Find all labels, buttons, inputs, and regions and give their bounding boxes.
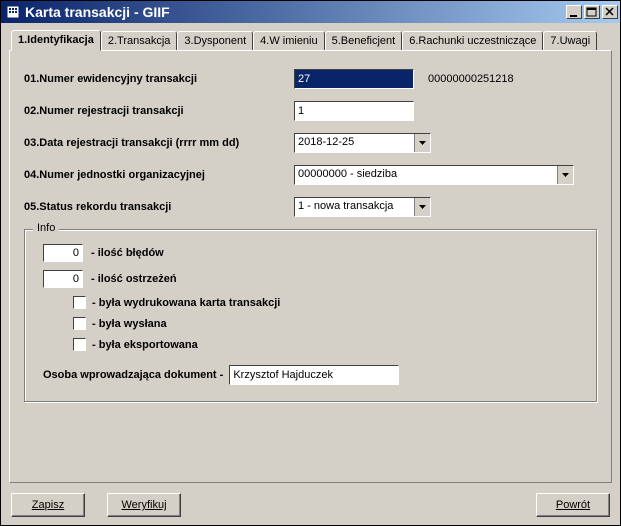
- select-jednostka[interactable]: 00000000 - siedziba: [294, 165, 574, 185]
- aux-01: 00000000251218: [428, 73, 514, 85]
- input-numer-ewidencyjny[interactable]: [294, 69, 414, 89]
- row-02: 02.Numer rejestracji transakcji: [24, 101, 597, 121]
- tab-transakcja[interactable]: 2.Transakcja: [101, 31, 178, 50]
- client-area: 1.Identyfikacja 2.Transakcja 3.Dysponent…: [1, 23, 620, 525]
- chevron-down-icon[interactable]: [414, 134, 430, 152]
- tab-identyfikacja[interactable]: 1.Identyfikacja: [11, 30, 101, 51]
- close-button[interactable]: [602, 5, 618, 19]
- button-bar: Zapisz Weryfikuj Powrót: [9, 493, 612, 517]
- label-osoba: Osoba wprowadzająca dokument -: [43, 369, 223, 381]
- input-numer-rejestracji[interactable]: [294, 101, 414, 121]
- tab-panel-identyfikacja: 01.Numer ewidencyjny transakcji 00000000…: [9, 50, 612, 483]
- input-warnings-count[interactable]: [43, 270, 83, 288]
- tab-rachunki[interactable]: 6.Rachunki uczestniczące: [402, 31, 543, 50]
- maximize-button[interactable]: [584, 5, 600, 19]
- row-03: 03.Data rejestracji transakcji (rrrr mm …: [24, 133, 597, 153]
- window-title: Karta transakcji - GIIF: [25, 4, 566, 20]
- tab-beneficjent[interactable]: 5.Beneficjent: [325, 31, 403, 50]
- checkbox-exported[interactable]: [73, 338, 86, 351]
- select-status[interactable]: 1 - nowa transakcja: [294, 197, 431, 217]
- tab-dysponent[interactable]: 3.Dysponent: [177, 31, 253, 50]
- row-01: 01.Numer ewidencyjny transakcji 00000000…: [24, 69, 597, 89]
- select-status-value: 1 - nowa transakcja: [295, 198, 414, 216]
- label-05: 05.Status rekordu transakcji: [24, 201, 294, 213]
- label-sent: - była wysłana: [92, 318, 167, 330]
- info-sent-row: - była wysłana: [37, 317, 584, 330]
- minimize-button[interactable]: [566, 5, 582, 19]
- chevron-down-icon[interactable]: [414, 198, 430, 216]
- select-jednostka-value: 00000000 - siedziba: [295, 166, 557, 184]
- groupbox-info-title: Info: [33, 222, 59, 234]
- tab-uwagi[interactable]: 7.Uwagi: [543, 31, 597, 50]
- groupbox-info: Info - ilość błędów - ilość ostrzeżeń - …: [24, 229, 597, 402]
- checkbox-printed[interactable]: [73, 296, 86, 309]
- tab-w-imieniu[interactable]: 4.W imieniu: [253, 31, 324, 50]
- save-button[interactable]: Zapisz: [11, 493, 85, 517]
- window-controls: [566, 5, 618, 19]
- label-01: 01.Numer ewidencyjny transakcji: [24, 73, 294, 85]
- label-03: 03.Data rejestracji transakcji (rrrr mm …: [24, 137, 294, 149]
- row-04: 04.Numer jednostki organizacyjnej 000000…: [24, 165, 597, 185]
- label-warnings: - ilość ostrzeżeń: [91, 273, 177, 285]
- chevron-down-icon[interactable]: [557, 166, 573, 184]
- input-osoba[interactable]: [229, 365, 399, 385]
- row-05: 05.Status rekordu transakcji 1 - nowa tr…: [24, 197, 597, 217]
- info-warnings-row: - ilość ostrzeżeń: [37, 270, 584, 288]
- window-frame: Karta transakcji - GIIF 1.Identyfikacja …: [0, 0, 621, 526]
- date-picker-data-rejestracji[interactable]: 2018-12-25: [294, 133, 431, 153]
- back-button[interactable]: Powrót: [536, 493, 610, 517]
- verify-button[interactable]: Weryfikuj: [107, 493, 181, 517]
- app-icon: [5, 4, 21, 20]
- label-exported: - była eksportowana: [92, 339, 198, 351]
- doc-entry-row: Osoba wprowadzająca dokument -: [37, 365, 584, 385]
- input-errors-count[interactable]: [43, 244, 83, 262]
- label-02: 02.Numer rejestracji transakcji: [24, 105, 294, 117]
- date-value: 2018-12-25: [295, 134, 414, 152]
- checkbox-sent[interactable]: [73, 317, 86, 330]
- info-printed-row: - była wydrukowana karta transakcji: [37, 296, 584, 309]
- titlebar: Karta transakcji - GIIF: [1, 1, 620, 23]
- tab-strip: 1.Identyfikacja 2.Transakcja 3.Dysponent…: [9, 29, 612, 50]
- label-errors: - ilość błędów: [91, 247, 164, 259]
- info-exported-row: - była eksportowana: [37, 338, 584, 351]
- info-errors-row: - ilość błędów: [37, 244, 584, 262]
- label-04: 04.Numer jednostki organizacyjnej: [24, 169, 294, 181]
- label-printed: - była wydrukowana karta transakcji: [92, 297, 280, 309]
